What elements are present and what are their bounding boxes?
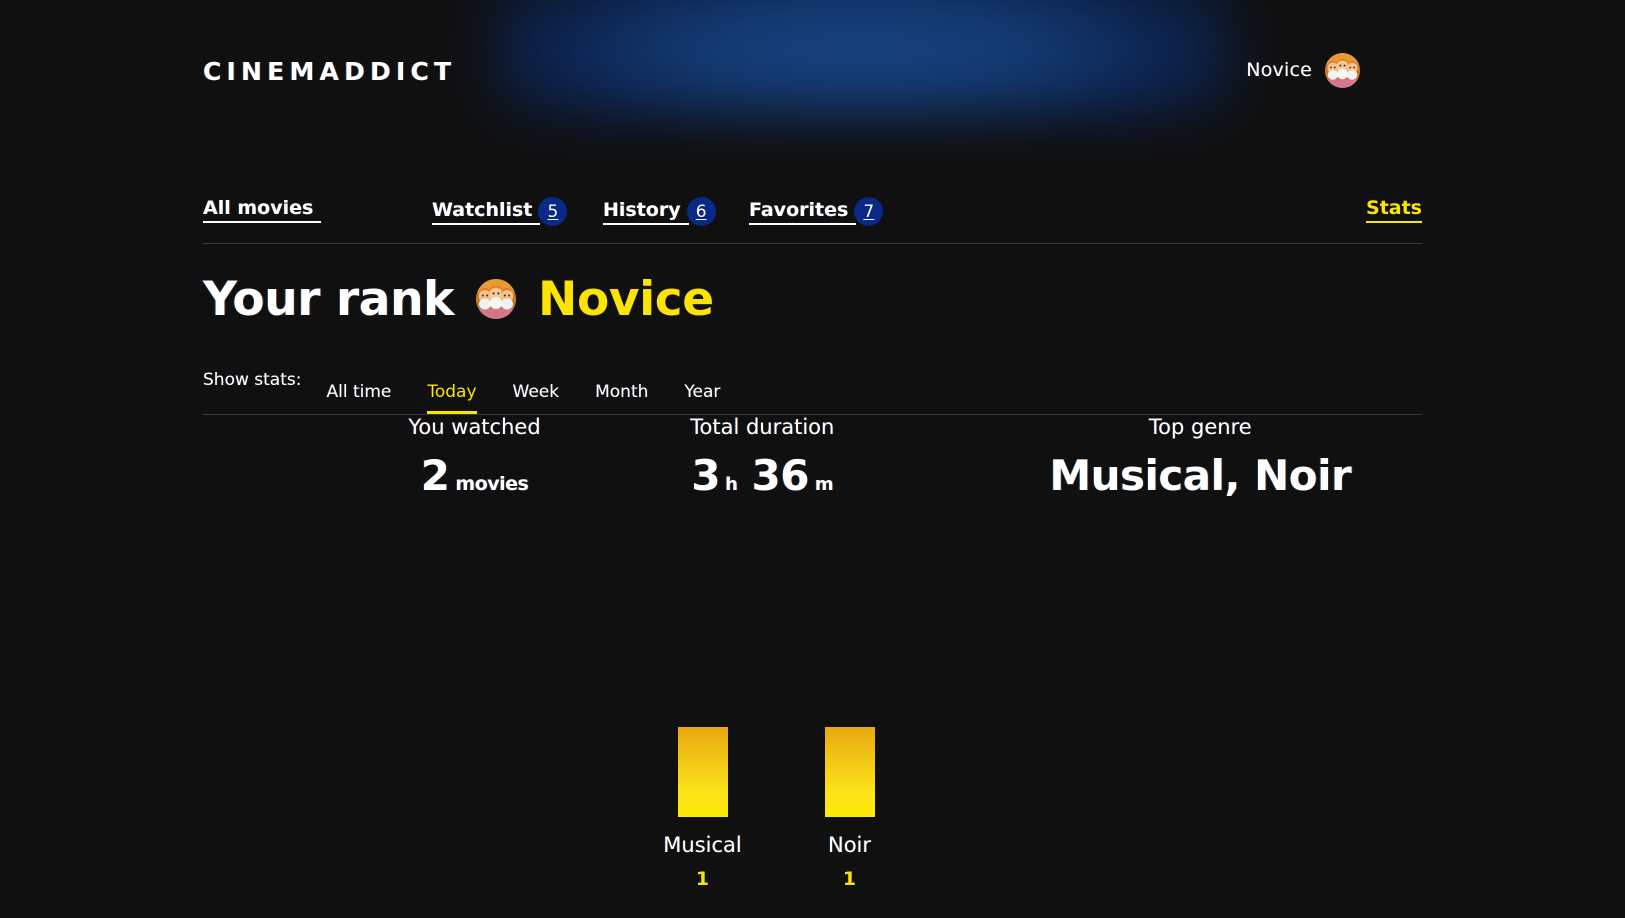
statistics-summary-list: You watched 2 movies Total duration 3 h 36 m… [203,415,1422,497]
page-header: CINEMADDICT Novice [0,0,1625,118]
stats-filter-week[interactable]: Week [513,382,560,414]
user-rank: Your rank Novice [203,268,1422,330]
stat-duration-hours-unit: h [725,474,738,495]
nav-item-history[interactable]: History 6 [603,197,716,226]
stat-genre-title: Top genre [1148,415,1252,439]
nav-item-label: Favorites [749,199,857,225]
nav-item-count-badge: 7 [854,197,884,226]
statistics-section: Your rank Novice Show stats: All time To… [203,268,1422,497]
stats-filters-label: Show stats: [203,370,302,390]
stats-filter-all-time[interactable]: All time [326,382,391,414]
statistics-chart-wrapper: Musical 1 Noir 1 [203,660,1422,890]
nav-item-stats[interactable]: Stats [1366,197,1422,223]
stat-watched-value: 2 movies [421,455,529,497]
main-navigation: All movies Watchlist 5 History 6 Favorit… [203,188,1422,244]
stat-top-genre: Top genre Musical, Noir [979,415,1422,497]
nav-item-watchlist[interactable]: Watchlist 5 [432,197,568,226]
stat-genre-value: Musical, Noir [1049,451,1352,500]
nav-item-count-badge: 5 [538,197,568,226]
stat-watched-movies: You watched 2 movies [333,415,616,497]
stat-duration-title: Total duration [690,415,835,439]
three-faces-avatar-icon [476,279,517,319]
chart-bar-track [677,727,728,817]
chart-value-label: 1 [695,868,710,890]
stat-duration-hours: 3 [691,451,721,500]
stats-filter-month[interactable]: Month [595,382,648,414]
chart-value-label: 1 [842,868,857,890]
nav-item-all-movies[interactable]: All movies [203,197,322,223]
app-logo: CINEMADDICT [203,56,457,86]
chart-column-noir: Noir 1 [812,727,887,890]
stat-duration-value: 3 h 36 m [691,455,833,497]
stat-watched-number: 2 [420,451,450,500]
profile-rating-label: Novice [1246,59,1312,81]
nav-item-label: Watchlist [432,199,541,225]
genre-bar-chart: Musical 1 Noir 1 [203,660,1422,890]
stats-period-filters: Show stats: All time Today Week Month Ye… [203,366,1422,415]
nav-item-label: History [603,199,689,225]
nav-item-favorites[interactable]: Favorites 7 [749,197,884,226]
chart-category-label: Noir [827,833,872,857]
user-profile[interactable]: Novice [1246,40,1360,100]
stat-total-duration: Total duration 3 h 36 m [616,415,908,497]
stat-watched-title: You watched [408,415,541,439]
chart-bar [677,727,728,817]
stat-duration-minutes-unit: m [814,474,834,495]
chart-bar-track [824,727,875,817]
three-faces-avatar-icon [1325,52,1360,88]
chart-category-label: Musical [663,833,742,857]
stat-watched-unit: movies [455,473,529,495]
stats-filter-year[interactable]: Year [684,382,720,414]
nav-item-count-badge: 6 [686,197,716,226]
rank-label: Your rank [203,271,455,327]
chart-column-musical: Musical 1 [663,727,742,890]
stat-duration-minutes: 36 [751,451,809,500]
rank-value: Novice [538,271,714,327]
chart-bar [824,727,875,817]
nav-item-label: All movies [203,197,322,223]
stats-filter-today[interactable]: Today [427,382,477,414]
